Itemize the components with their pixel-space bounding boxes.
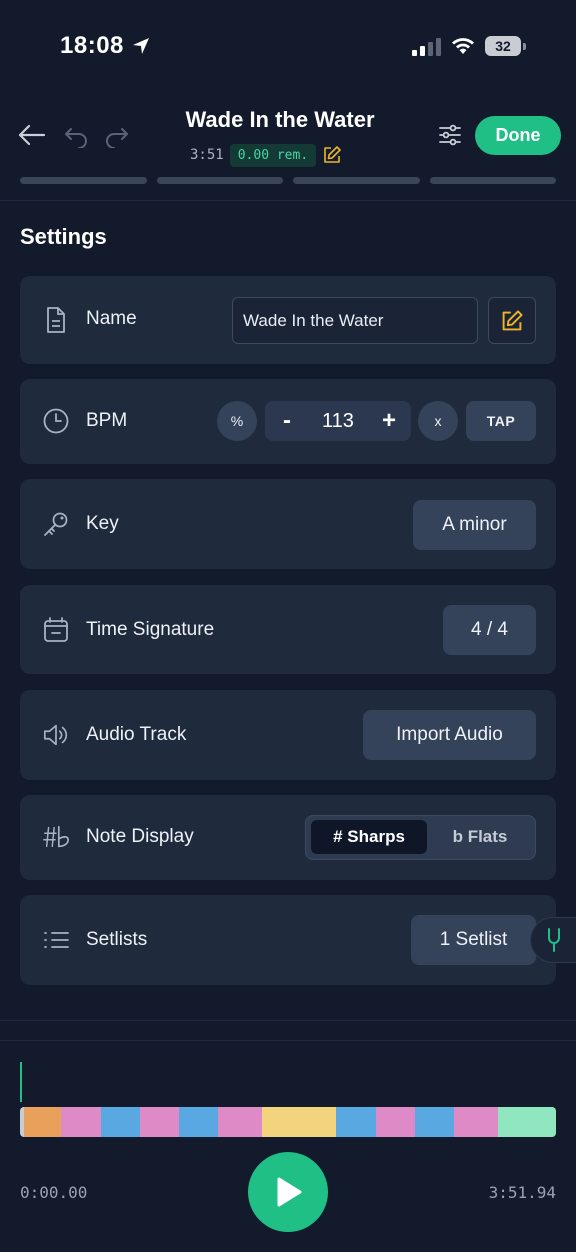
battery-level: 32 xyxy=(495,38,511,54)
cellular-signal-icon xyxy=(412,38,441,56)
total-time: 3:51.94 xyxy=(488,1183,556,1202)
remaining-badge: 0.00 rem. xyxy=(229,143,317,167)
edit-icon xyxy=(502,309,523,330)
timeline-section[interactable] xyxy=(415,1107,454,1137)
undo-button[interactable] xyxy=(60,120,92,152)
setlists-row: Setlists 1 Setlist xyxy=(20,895,556,985)
song-title: Wade In the Water xyxy=(185,107,375,132)
name-field[interactable]: Wade In the Water xyxy=(232,297,478,344)
back-button[interactable] xyxy=(14,118,48,152)
location-arrow-icon xyxy=(133,38,149,54)
sliders-icon xyxy=(439,124,461,146)
playhead-cursor[interactable] xyxy=(20,1062,22,1102)
redo-button[interactable] xyxy=(101,120,133,152)
note-display-toggle: # Sharps b Flats xyxy=(305,815,536,860)
header-divider xyxy=(0,200,576,201)
name-label: Name xyxy=(86,308,137,329)
song-duration: 3:51 xyxy=(190,147,224,163)
play-icon xyxy=(277,1177,302,1207)
bpm-increase-button[interactable]: + xyxy=(369,401,409,441)
wifi-icon xyxy=(452,38,474,54)
timeline-section[interactable] xyxy=(218,1107,262,1137)
import-audio-button[interactable]: Import Audio xyxy=(363,710,536,760)
timeline-section[interactable] xyxy=(336,1107,376,1137)
document-icon xyxy=(42,306,70,334)
done-button[interactable]: Done xyxy=(475,116,561,155)
flats-option[interactable]: b Flats xyxy=(427,820,533,854)
bpm-label: BPM xyxy=(86,410,128,431)
settings-heading: Settings xyxy=(20,224,107,249)
play-button[interactable] xyxy=(248,1152,328,1232)
key-icon xyxy=(42,510,70,538)
bpm-row: BPM % - 113 + x TAP xyxy=(20,379,556,464)
song-timeline[interactable] xyxy=(20,1107,556,1137)
current-time: 0:00.00 xyxy=(20,1183,88,1202)
sharp-flat-icon xyxy=(42,823,70,851)
tap-tempo-button[interactable]: TAP xyxy=(466,401,536,441)
status-time: 18:08 xyxy=(60,32,124,59)
speaker-icon xyxy=(42,721,70,749)
time-signature-label: Time Signature xyxy=(86,619,215,640)
timeline-section[interactable] xyxy=(454,1107,498,1137)
bpm-value[interactable]: 113 xyxy=(305,401,371,441)
timeline-section[interactable] xyxy=(24,1107,61,1137)
progress-segment xyxy=(429,177,556,184)
redo-icon xyxy=(106,128,128,148)
progress-segment xyxy=(293,177,420,184)
arrow-left-icon xyxy=(18,124,46,146)
clock-icon xyxy=(42,407,70,435)
name-row: Name Wade In the Water xyxy=(20,276,556,364)
setlists-button[interactable]: 1 Setlist xyxy=(411,915,536,965)
name-edit-button[interactable] xyxy=(488,297,536,344)
timeline-section[interactable] xyxy=(498,1107,556,1137)
list-icon xyxy=(42,926,70,954)
note-display-label: Note Display xyxy=(86,826,194,847)
key-select-button[interactable]: A minor xyxy=(413,500,536,550)
mixer-settings-button[interactable] xyxy=(434,119,466,151)
undo-icon xyxy=(65,128,87,148)
timeline-section[interactable] xyxy=(61,1107,101,1137)
battery-icon: 32 xyxy=(485,36,527,58)
time-signature-row: Time Signature 4 / 4 xyxy=(20,585,556,674)
audio-track-label: Audio Track xyxy=(86,724,187,745)
sharps-option[interactable]: # Sharps xyxy=(311,820,427,854)
progress-segment xyxy=(156,177,283,184)
bpm-decrease-button[interactable]: - xyxy=(267,401,307,441)
bpm-percent-button[interactable]: % xyxy=(217,401,257,441)
timeline-section[interactable] xyxy=(262,1107,336,1137)
time-signature-button[interactable]: 4 / 4 xyxy=(443,605,536,655)
progress-segment xyxy=(20,177,147,184)
song-subtitle: 3:51 0.00 rem. xyxy=(190,142,390,168)
key-row: Key A minor xyxy=(20,479,556,569)
timeline-section[interactable] xyxy=(179,1107,218,1137)
key-label: Key xyxy=(86,513,119,534)
timeline-section[interactable] xyxy=(140,1107,179,1137)
audio-track-row: Audio Track Import Audio xyxy=(20,690,556,780)
divider xyxy=(0,1040,576,1041)
section-progress xyxy=(20,177,556,185)
edit-icon[interactable] xyxy=(322,145,342,165)
tuning-fork-icon xyxy=(547,928,560,952)
divider xyxy=(0,1020,576,1021)
note-display-row: Note Display # Sharps b Flats xyxy=(20,795,556,880)
timeline-section[interactable] xyxy=(101,1107,140,1137)
calendar-icon xyxy=(42,616,70,644)
timeline-section[interactable] xyxy=(376,1107,415,1137)
bpm-multiply-button[interactable]: x xyxy=(418,401,458,441)
setlists-label: Setlists xyxy=(86,929,148,950)
tuner-button[interactable] xyxy=(530,917,576,963)
bpm-stepper: - 113 + xyxy=(265,401,411,441)
